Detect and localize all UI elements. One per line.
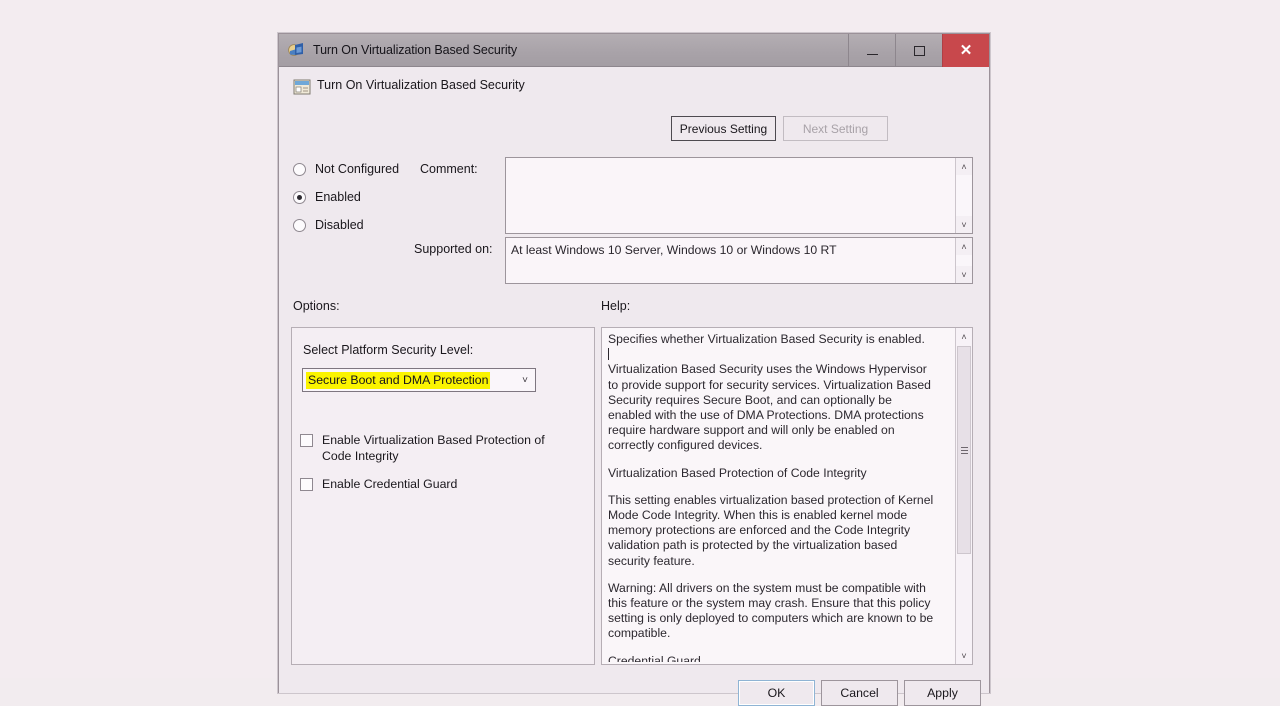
- radio-indicator: [293, 191, 306, 204]
- platform-security-level-label: Select Platform Security Level:: [303, 343, 473, 357]
- comment-label: Comment:: [420, 162, 478, 176]
- options-section-label: Options:: [293, 299, 340, 313]
- radio-label: Not Configured: [315, 162, 399, 176]
- scroll-down-icon[interactable]: ˅: [956, 266, 972, 283]
- scroll-up-icon[interactable]: ˄: [956, 238, 972, 255]
- checkbox-credential-guard[interactable]: Enable Credential Guard: [300, 476, 575, 492]
- policy-header: Turn On Virtualization Based Security Pr…: [279, 67, 989, 115]
- checkbox-label: Enable Credential Guard: [322, 476, 457, 492]
- radio-disabled[interactable]: Disabled: [293, 217, 399, 233]
- help-paragraph: Warning: All drivers on the system must …: [608, 581, 938, 642]
- help-caret-line: [608, 347, 938, 362]
- supported-on-textbox: At least Windows 10 Server, Windows 10 o…: [505, 237, 973, 284]
- dialog-body: Turn On Virtualization Based Security Pr…: [279, 67, 989, 693]
- maximize-button[interactable]: [895, 34, 942, 67]
- minimize-icon: [867, 54, 878, 55]
- supported-on-label: Supported on:: [414, 242, 493, 256]
- title-bar[interactable]: Turn On Virtualization Based Security ✕: [279, 34, 989, 67]
- close-icon: ✕: [960, 43, 973, 58]
- scroll-up-icon[interactable]: ˄: [956, 158, 972, 175]
- scroll-down-icon[interactable]: ˅: [956, 647, 972, 664]
- scroll-down-icon[interactable]: ˅: [956, 216, 972, 233]
- policy-state-radio-group: Not Configured Enabled Disabled: [293, 161, 399, 245]
- radio-label: Enabled: [315, 190, 361, 204]
- radio-indicator: [293, 219, 306, 232]
- supported-on-scrollbar[interactable]: ˄ ˅: [955, 238, 972, 283]
- comment-scrollbar[interactable]: ˄ ˅: [955, 158, 972, 233]
- window-controls: ✕: [848, 34, 989, 67]
- policy-setting-icon: [293, 79, 311, 95]
- help-section-label: Help:: [601, 299, 630, 313]
- checkbox-code-integrity[interactable]: Enable Virtualization Based Protection o…: [300, 432, 575, 464]
- help-paragraph: Credential Guard: [608, 654, 938, 662]
- radio-label: Disabled: [315, 218, 364, 232]
- chevron-down-icon: ˅: [522, 375, 528, 386]
- maximize-icon: [914, 46, 925, 56]
- ok-button[interactable]: OK: [738, 680, 815, 706]
- cancel-button[interactable]: Cancel: [821, 680, 898, 706]
- checkbox-label: Enable Virtualization Based Protection o…: [322, 432, 575, 464]
- help-paragraph: Virtualization Based Security uses the W…: [608, 362, 938, 453]
- radio-indicator: [293, 163, 306, 176]
- platform-security-level-dropdown[interactable]: Secure Boot and DMA Protection ˅: [302, 368, 536, 392]
- comment-scroll-track[interactable]: [956, 175, 972, 216]
- options-panel: Select Platform Security Level: Secure B…: [291, 327, 595, 665]
- next-setting-button: Next Setting: [783, 116, 888, 141]
- checkbox-indicator: [300, 478, 313, 491]
- policy-name-label: Turn On Virtualization Based Security: [317, 78, 525, 92]
- supported-on-value: At least Windows 10 Server, Windows 10 o…: [511, 243, 952, 258]
- text-caret: [608, 348, 609, 360]
- policy-setting-dialog: Turn On Virtualization Based Security ✕: [278, 33, 990, 693]
- previous-setting-button[interactable]: Previous Setting: [671, 116, 776, 141]
- comment-textbox[interactable]: ˄ ˅: [505, 157, 973, 234]
- close-button[interactable]: ✕: [942, 34, 989, 67]
- radio-enabled[interactable]: Enabled: [293, 189, 399, 205]
- help-paragraph: This setting enables virtualization base…: [608, 493, 938, 569]
- platform-security-level-value: Secure Boot and DMA Protection: [306, 372, 490, 389]
- supported-scroll-track[interactable]: [956, 255, 972, 266]
- help-panel[interactable]: Specifies whether Virtualization Based S…: [601, 327, 973, 665]
- help-paragraph: Specifies whether Virtualization Based S…: [608, 332, 938, 347]
- scroll-up-icon[interactable]: ˄: [956, 328, 972, 345]
- minimize-button[interactable]: [848, 34, 895, 67]
- checkbox-indicator: [300, 434, 313, 447]
- help-paragraph: Virtualization Based Protection of Code …: [608, 466, 938, 481]
- window-title: Turn On Virtualization Based Security: [313, 43, 517, 57]
- help-text-content: Specifies whether Virtualization Based S…: [608, 332, 938, 662]
- radio-not-configured[interactable]: Not Configured: [293, 161, 399, 177]
- scroll-grip-icon: [961, 447, 968, 454]
- help-scrollbar[interactable]: ˄ ˅: [955, 328, 972, 664]
- apply-button[interactable]: Apply: [904, 680, 981, 706]
- help-scroll-thumb[interactable]: [957, 346, 971, 554]
- policy-window-icon: [288, 42, 306, 58]
